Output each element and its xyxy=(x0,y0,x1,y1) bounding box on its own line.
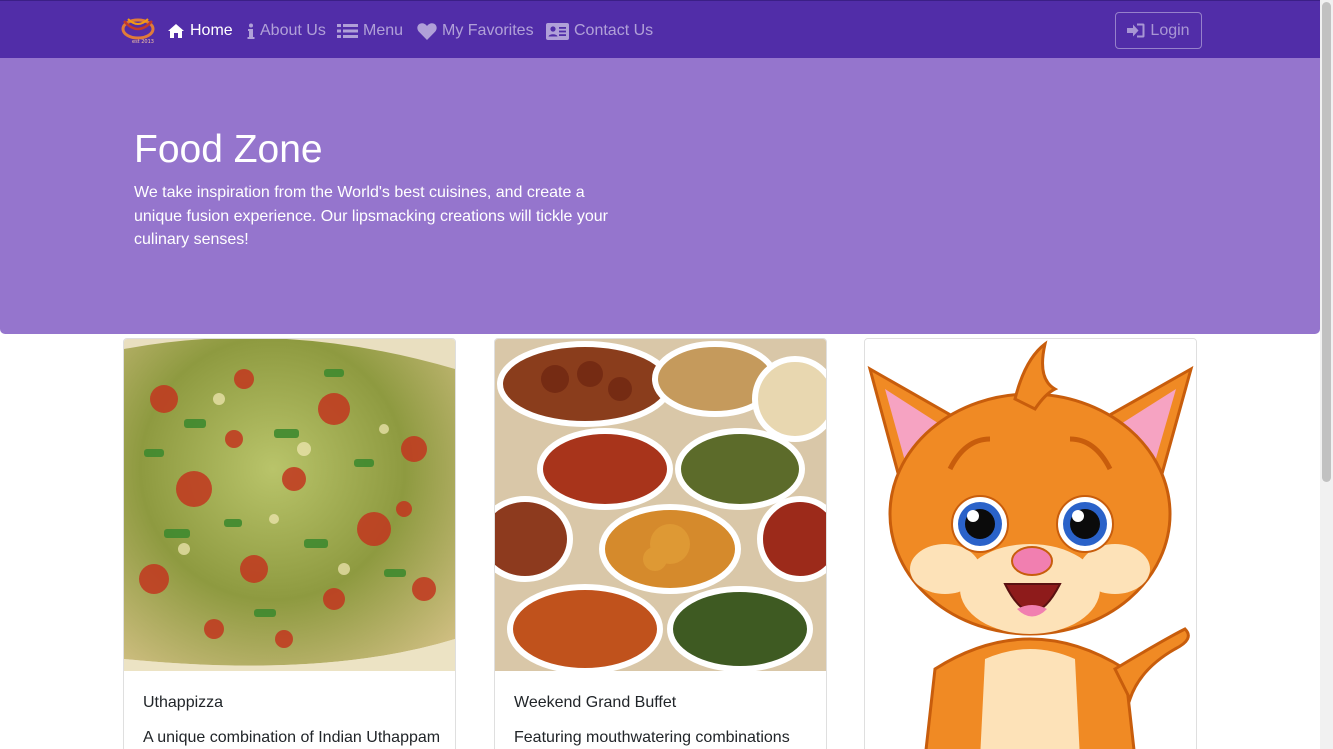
home-icon xyxy=(168,24,184,38)
list-icon xyxy=(337,24,358,38)
card-text: Featuring mouthwatering combinations xyxy=(514,729,790,746)
pizza-image xyxy=(124,339,455,671)
nav-favorites[interactable]: My Favorites xyxy=(417,20,534,42)
scrollbar-thumb[interactable] xyxy=(1322,2,1331,482)
nav-contact-label: Contact Us xyxy=(574,22,654,39)
card-title: Uthappizza xyxy=(143,694,224,711)
nav-menu[interactable]: Menu xyxy=(337,20,403,42)
dish-card-buffet[interactable]: Weekend Grand Buffet Featuring mouthwate… xyxy=(494,338,827,749)
brand-logo[interactable]: est 2013 xyxy=(118,15,158,45)
nav-menu-label: Menu xyxy=(363,22,404,39)
nav-favorites-label: My Favorites xyxy=(442,22,534,39)
jumbotron: Food Zone We take inspiration from the W… xyxy=(0,58,1320,334)
card-text: A unique combination of Indian Uthappam xyxy=(143,729,441,746)
navbar: est 2013 Home About Us Menu My Favorites… xyxy=(0,0,1320,58)
buffet-image xyxy=(495,339,826,671)
page-title: Food Zone xyxy=(134,128,323,171)
login-button[interactable]: Login xyxy=(1115,12,1202,49)
dish-card-uthappizza[interactable]: Uthappizza A unique combination of India… xyxy=(123,338,456,749)
sign-in-icon xyxy=(1127,23,1145,38)
svg-text:est 2013: est 2013 xyxy=(132,39,154,45)
jumbotron-text: We take inspiration from the World's bes… xyxy=(134,184,608,248)
cartoon-cat-image xyxy=(865,339,1196,749)
login-label: Login xyxy=(1150,21,1190,39)
dish-card-cat[interactable] xyxy=(864,338,1197,749)
nav-about-label: About Us xyxy=(260,22,326,39)
heart-icon xyxy=(417,22,437,40)
nav-home-label: Home xyxy=(190,22,233,39)
card-title: Weekend Grand Buffet xyxy=(514,694,677,711)
nav-home[interactable]: Home xyxy=(167,20,233,42)
info-icon xyxy=(247,23,255,39)
page-scrollbar[interactable] xyxy=(1320,0,1333,749)
page: est 2013 Home About Us Menu My Favorites… xyxy=(0,0,1333,749)
nav-about[interactable]: About Us xyxy=(247,20,326,42)
nav-contact[interactable]: Contact Us xyxy=(546,20,653,42)
address-card-icon xyxy=(546,22,569,40)
